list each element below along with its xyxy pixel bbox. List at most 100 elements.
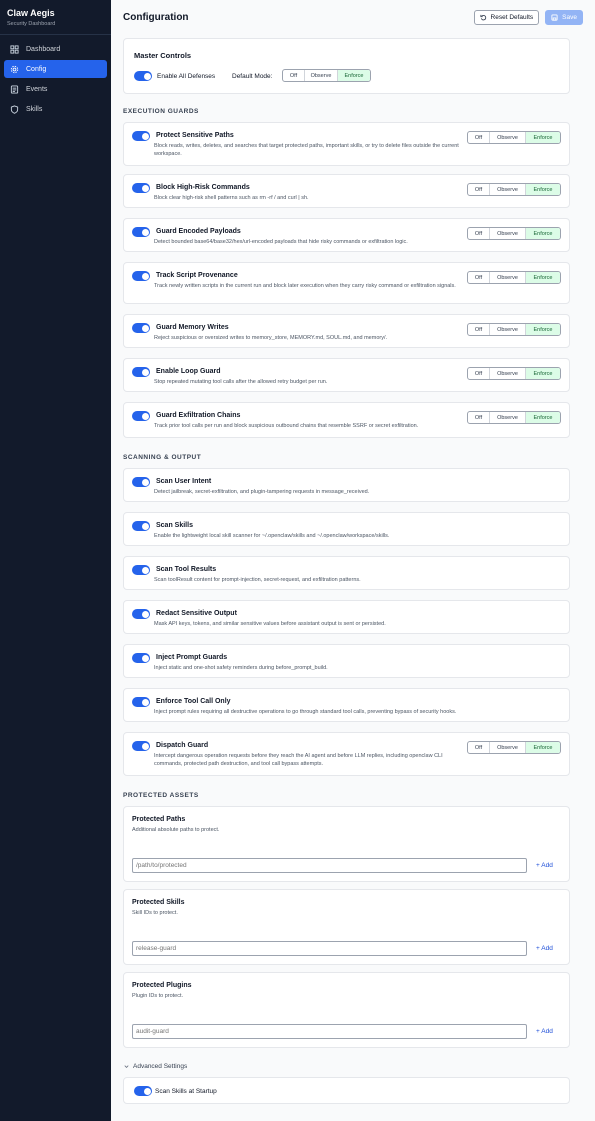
- mode-off[interactable]: Off: [468, 368, 490, 379]
- asset-card-protected-skills: Protected Skills Skill IDs to protect. + A…: [123, 889, 570, 965]
- mode-selector: Off Observe Enforce: [467, 323, 561, 336]
- add-protected-plugins-button[interactable]: + Add: [536, 1028, 553, 1035]
- add-protected-skills-button[interactable]: + Add: [536, 945, 553, 952]
- mode-off[interactable]: Off: [468, 324, 490, 335]
- scan-at-startup-toggle[interactable]: [134, 1086, 152, 1096]
- mode-enforce[interactable]: Enforce: [526, 324, 560, 335]
- reset-icon: [479, 14, 486, 20]
- asset-title: Protected Skills: [132, 899, 185, 906]
- row-title: Redact Sensitive Output: [156, 610, 237, 617]
- row-description: Inject static and one-shot safety remind…: [154, 665, 328, 671]
- mode-observe[interactable]: Observe: [490, 324, 526, 335]
- save-button[interactable]: Save: [545, 9, 583, 25]
- mode-selector: Off Observe Enforce: [467, 271, 561, 284]
- sidebar-item-dashboard[interactable]: Dashboard: [4, 40, 107, 58]
- scan-tool-results-toggle[interactable]: [132, 565, 150, 575]
- row-description: Block clear high-risk shell patterns suc…: [154, 195, 309, 201]
- guard-card-protect-sensitive-paths: Protect Sensitive Paths Block reads, writ…: [123, 122, 570, 166]
- reset-defaults-button[interactable]: Reset Defaults: [473, 9, 540, 25]
- mode-observe[interactable]: Observe: [490, 742, 526, 753]
- app-title: Claw Aegis: [7, 8, 55, 18]
- sidebar-item-skills[interactable]: Skills: [4, 100, 107, 118]
- guard-encoded-payloads-toggle[interactable]: [132, 227, 150, 237]
- scan-at-startup-label: Scan Skills at Startup: [155, 1088, 217, 1095]
- enable-loop-guard-toggle[interactable]: [132, 367, 150, 377]
- sidebar-item-label: Config: [26, 65, 47, 73]
- guard-card-track-script-provenance: Track Script Provenance Track newly writt…: [123, 262, 570, 304]
- mode-enforce[interactable]: Enforce: [526, 368, 560, 379]
- default-mode-label: Default Mode:: [232, 73, 273, 80]
- mode-off[interactable]: Off: [468, 412, 490, 423]
- asset-card-protected-paths: Protected Paths Additional absolute paths…: [123, 806, 570, 882]
- mode-enforce[interactable]: Enforce: [526, 272, 560, 283]
- row-description: Mask API keys, tokens, and similar sensi…: [154, 621, 386, 627]
- row-title: Guard Memory Writes: [156, 324, 229, 331]
- row-description: Intercept dangerous operation requests b…: [154, 753, 443, 767]
- block-high-risk-commands-toggle[interactable]: [132, 183, 150, 193]
- mode-enforce[interactable]: Enforce: [526, 132, 560, 143]
- brand: Claw Aegis Security Dashboard: [0, 0, 111, 35]
- protected-paths-input[interactable]: [132, 858, 527, 873]
- guard-card-enforce-tool-call-only: Enforce Tool Call Only Inject prompt rule…: [123, 688, 570, 722]
- mode-selector: Off Observe Enforce: [467, 131, 561, 144]
- guard-card-guard-exfiltration-chains: Guard Exfiltration Chains Track prior too…: [123, 402, 570, 438]
- guard-card-scan-user-intent: Scan User Intent Detect jailbreak, secret…: [123, 468, 570, 502]
- mode-enforce[interactable]: Enforce: [526, 742, 560, 753]
- mode-enforce[interactable]: Enforce: [526, 412, 560, 423]
- row-description: Detect jailbreak, secret-exfiltration, a…: [154, 489, 370, 495]
- guard-card-guard-encoded-payloads: Guard Encoded Payloads Detect bounded bas…: [123, 218, 570, 252]
- row-title: Block High-Risk Commands: [156, 184, 250, 191]
- mode-enforce[interactable]: Enforce: [526, 228, 560, 239]
- inject-prompt-guards-toggle[interactable]: [132, 653, 150, 663]
- protect-sensitive-paths-toggle[interactable]: [132, 131, 150, 141]
- mode-off[interactable]: Off: [468, 742, 490, 753]
- scan-user-intent-toggle[interactable]: [132, 477, 150, 487]
- guard-exfiltration-chains-toggle[interactable]: [132, 411, 150, 421]
- mode-selector: Off Observe Enforce: [467, 183, 561, 196]
- mode-enforce[interactable]: Enforce: [526, 184, 560, 195]
- app-subtitle: Security Dashboard: [7, 21, 56, 27]
- dispatch-guard-toggle[interactable]: [132, 741, 150, 751]
- section-execution-guards: EXECUTION GUARDS: [123, 108, 199, 115]
- mode-off[interactable]: Off: [283, 70, 305, 81]
- track-script-provenance-toggle[interactable]: [132, 271, 150, 281]
- mode-off[interactable]: Off: [468, 132, 490, 143]
- enable-all-label: Enable All Defenses: [157, 73, 216, 80]
- guard-card-scan-tool-results: Scan Tool Results Scan toolResult content…: [123, 556, 570, 590]
- enable-all-toggle[interactable]: [134, 71, 152, 81]
- redact-sensitive-output-toggle[interactable]: [132, 609, 150, 619]
- sidebar: Claw Aegis Security Dashboard Dashboard …: [0, 0, 111, 1121]
- enforce-tool-call-only-toggle[interactable]: [132, 697, 150, 707]
- sidebar-item-label: Dashboard: [26, 45, 61, 53]
- master-controls-card: Master Controls Enable All Defenses Defa…: [123, 38, 570, 94]
- sidebar-nav: Dashboard Config Events Skills: [0, 35, 111, 125]
- sidebar-item-label: Skills: [26, 105, 43, 113]
- mode-off[interactable]: Off: [468, 272, 490, 283]
- mode-observe[interactable]: Observe: [490, 272, 526, 283]
- mode-enforce[interactable]: Enforce: [338, 70, 370, 81]
- add-protected-paths-button[interactable]: + Add: [536, 862, 553, 869]
- mode-off[interactable]: Off: [468, 228, 490, 239]
- guard-memory-writes-toggle[interactable]: [132, 323, 150, 333]
- mode-observe[interactable]: Observe: [490, 132, 526, 143]
- scan-skills-toggle[interactable]: [132, 521, 150, 531]
- row-description: Block reads, writes, deletes, and search…: [154, 143, 459, 157]
- asset-title: Protected Plugins: [132, 982, 192, 989]
- sidebar-item-config[interactable]: Config: [4, 60, 107, 78]
- guard-card-block-high-risk-commands: Block High-Risk Commands Block clear high…: [123, 174, 570, 208]
- mode-observe[interactable]: Observe: [490, 368, 526, 379]
- protected-skills-input[interactable]: [132, 941, 527, 956]
- advanced-settings-toggle[interactable]: Advanced Settings: [123, 1063, 187, 1070]
- mode-off[interactable]: Off: [468, 184, 490, 195]
- mode-observe[interactable]: Observe: [490, 184, 526, 195]
- row-title: Inject Prompt Guards: [156, 654, 228, 661]
- mode-observe[interactable]: Observe: [305, 70, 338, 81]
- mode-observe[interactable]: Observe: [490, 412, 526, 423]
- shield-icon: [10, 104, 19, 114]
- mode-observe[interactable]: Observe: [490, 228, 526, 239]
- row-description: Stop repeated mutating tool calls after …: [154, 379, 328, 385]
- protected-plugins-input[interactable]: [132, 1024, 527, 1039]
- sidebar-item-events[interactable]: Events: [4, 80, 107, 98]
- row-description: Enable the lightweight local skill scann…: [154, 533, 390, 539]
- list-icon: [10, 84, 19, 94]
